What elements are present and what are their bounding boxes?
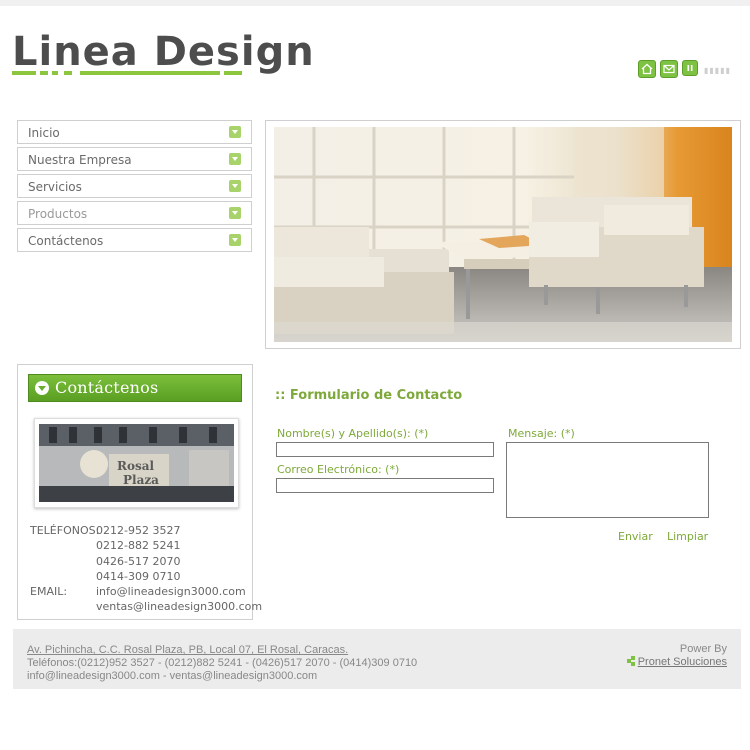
nav-item-label: Contáctenos <box>28 234 104 248</box>
pronet-logo-icon <box>627 656 637 666</box>
audio-level-icon: ▮▮▮▮▮ <box>704 66 732 75</box>
hero-banner <box>265 120 741 349</box>
nav-item-label: Inicio <box>28 126 60 140</box>
form-title: :: Formulario de Contacto <box>275 388 463 403</box>
nav-item-label: Nuestra Empresa <box>28 153 132 167</box>
phone-number: 0414-309 0710 <box>96 569 181 583</box>
nav-item-productos[interactable]: Productos <box>17 201 252 225</box>
chevron-down-icon <box>229 207 241 219</box>
phone-number: 0212-882 5241 <box>96 539 181 553</box>
store-photo: Rosal Plaza <box>34 418 239 508</box>
message-label: Mensaje: (*) <box>508 427 575 440</box>
nav-item-nuestra-empresa[interactable]: Nuestra Empresa <box>17 147 252 171</box>
chevron-down-icon <box>229 126 241 138</box>
phone-number: 0426-517 2070 <box>96 554 181 568</box>
site-footer: Av. Pichincha, C.C. Rosal Plaza, PB, Loc… <box>13 629 741 689</box>
main-nav: Inicio Nuestra Empresa Servicios Product… <box>17 120 252 255</box>
footer-phones: Teléfonos:(0212)952 3527 - (0212)882 524… <box>27 657 418 669</box>
footer-address[interactable]: Av. Pichincha, C.C. Rosal Plaza, PB, Loc… <box>27 644 348 656</box>
email-address: info@lineadesign3000.com <box>96 585 246 599</box>
nav-item-contactenos[interactable]: Contáctenos <box>17 228 252 252</box>
nav-item-label: Productos <box>28 207 88 221</box>
clear-button[interactable]: Limpiar <box>667 530 708 543</box>
chevron-down-icon <box>35 381 49 395</box>
email-field[interactable] <box>276 478 494 493</box>
phone-number: 0212-952 3527 <box>96 524 181 537</box>
home-icon[interactable] <box>638 60 656 78</box>
logo-underline <box>12 71 292 75</box>
contact-banner[interactable]: Contáctenos <box>28 374 242 402</box>
chevron-down-icon <box>229 234 241 246</box>
message-field[interactable] <box>506 442 709 518</box>
send-button[interactable]: Enviar <box>618 530 653 543</box>
contact-panel: Contáctenos Rosal Plaza TELÉFONOS: 0212-… <box>17 364 262 620</box>
power-by-label: Power By <box>679 643 727 655</box>
svg-text:Plaza: Plaza <box>123 473 159 487</box>
hero-image <box>274 127 732 342</box>
nav-item-label: Servicios <box>28 180 82 194</box>
chevron-down-icon <box>229 153 241 165</box>
email-address: ventas@lineadesign3000.com <box>96 600 263 614</box>
top-strip <box>0 0 750 6</box>
pronet-link[interactable]: Pronet Soluciones <box>638 656 727 668</box>
nav-item-servicios[interactable]: Servicios <box>17 174 252 198</box>
pause-icon[interactable] <box>682 60 698 76</box>
logo-text: Linea Design <box>12 29 315 75</box>
contact-banner-title: Contáctenos <box>55 378 159 397</box>
email-label: EMAIL: <box>30 585 68 599</box>
site-logo[interactable]: Linea Design <box>10 30 314 80</box>
email-field-label: Correo Electrónico: (*) <box>277 463 400 476</box>
chevron-down-icon <box>229 180 241 192</box>
name-field[interactable] <box>276 442 494 457</box>
nav-item-inicio[interactable]: Inicio <box>17 120 252 144</box>
name-label: Nombre(s) y Apellido(s): (*) <box>277 427 429 440</box>
svg-text:Rosal: Rosal <box>117 459 155 473</box>
mail-icon[interactable] <box>660 60 678 78</box>
phones-label: TELÉFONOS: <box>30 524 100 537</box>
footer-emails: info@lineadesign3000.com - ventas@linead… <box>27 670 318 682</box>
